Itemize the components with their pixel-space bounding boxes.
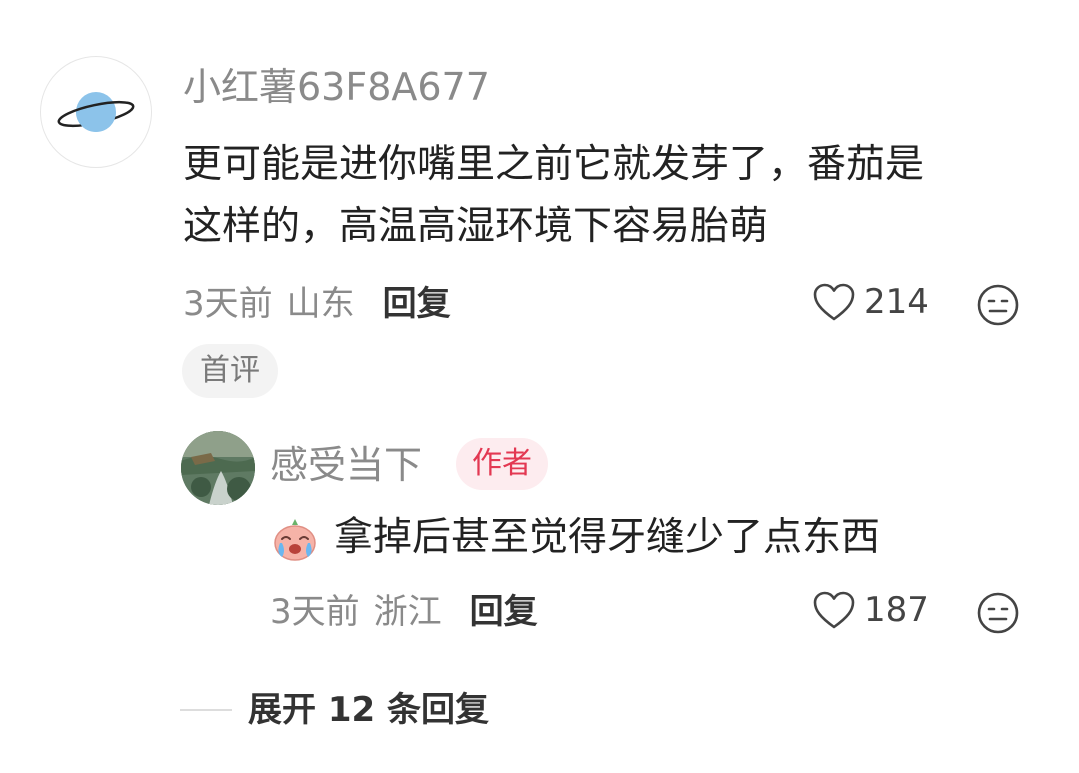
expand-replies-button[interactable]: 展开 12 条回复 — [180, 686, 489, 734]
reply-time: 3天前 — [270, 592, 360, 632]
reply-reply-button[interactable]: 回复 — [470, 590, 538, 634]
reply-text: 拿掉后甚至觉得牙缝少了点东西 — [334, 515, 881, 560]
emoji-face-icon[interactable] — [976, 283, 1020, 327]
expand-divider — [180, 709, 232, 711]
comment-meta: 3天前 山东 回复 — [183, 282, 451, 326]
reply-username[interactable]: 感受当下 — [270, 440, 422, 490]
reply-like-count: 187 — [864, 590, 929, 630]
comment-like-count: 214 — [864, 282, 929, 322]
landscape-avatar-image — [181, 431, 255, 505]
commenter-username[interactable]: 小红薯63F8A677 — [183, 62, 490, 112]
reply-avatar[interactable] — [181, 431, 255, 505]
comment-time: 3天前 — [183, 284, 273, 324]
comment-text-line-1: 更可能是进你嘴里之前它就发芽了，番茄是 — [183, 142, 925, 187]
commenter-avatar[interactable] — [40, 56, 152, 168]
reply-content: 拿掉后甚至觉得牙缝少了点东西 — [270, 508, 880, 568]
reply-location: 浙江 — [373, 592, 442, 632]
expand-replies-label: 展开 12 条回复 — [248, 690, 489, 730]
author-badge: 作者 — [456, 438, 548, 490]
reply-like-button[interactable]: 187 — [812, 590, 929, 630]
comment-location: 山东 — [286, 284, 355, 324]
comment-text-line-2: 这样的，高温高湿环境下容易胎萌 — [183, 204, 769, 249]
emoji-face-icon[interactable] — [976, 591, 1020, 635]
comment-like-button[interactable]: 214 — [812, 282, 929, 322]
comment-reply-button[interactable]: 回复 — [383, 282, 451, 326]
first-comment-badge: 首评 — [182, 344, 278, 398]
planet-icon — [57, 92, 135, 132]
comment-text: 更可能是进你嘴里之前它就发芽了，番茄是 这样的，高温高湿环境下容易胎萌 — [183, 134, 1043, 258]
crying-face-sticker — [274, 519, 316, 561]
heart-outline-icon — [813, 591, 855, 629]
reply-meta: 3天前 浙江 回复 — [270, 590, 538, 634]
heart-outline-icon — [813, 283, 855, 321]
